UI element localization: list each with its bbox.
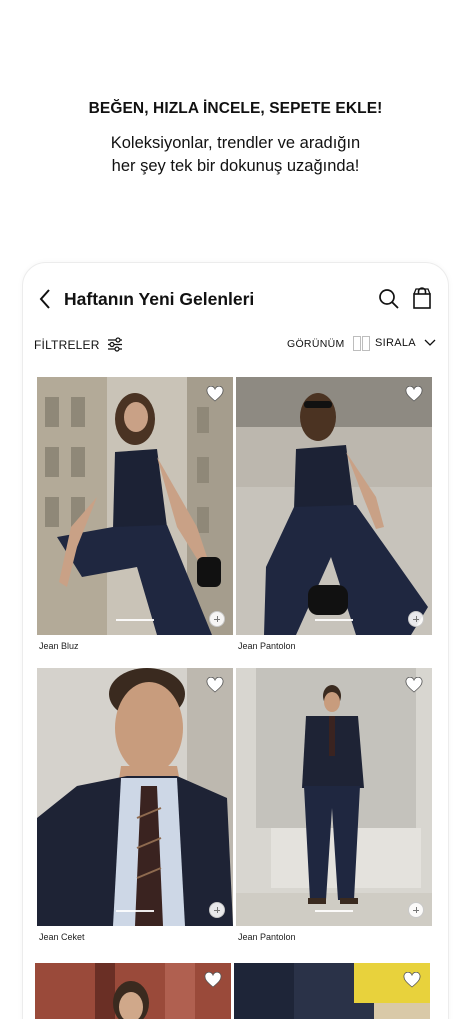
product-card[interactable]: Jean Pantolon (236, 668, 432, 958)
toolbar: FİLTRELER GÖRÜNÜM SIRALA (23, 335, 448, 355)
add-to-cart-icon[interactable] (408, 902, 424, 918)
heart-icon[interactable] (403, 972, 421, 988)
add-to-cart-icon[interactable] (408, 611, 424, 627)
product-name[interactable]: Jean Ceket (39, 932, 85, 942)
product-image[interactable] (35, 963, 231, 1019)
product-name[interactable]: Jean Pantolon (238, 932, 296, 942)
promo-line-1: Koleksiyonlar, trendler ve aradığın (110, 134, 361, 152)
sliders-icon (107, 337, 122, 352)
product-card[interactable]: Jean Pantolon (236, 377, 432, 667)
add-to-cart-icon[interactable] (209, 611, 225, 627)
product-image[interactable] (236, 377, 432, 635)
add-to-cart-icon[interactable] (209, 902, 225, 918)
filters-label: FİLTRELER (34, 337, 100, 352)
sort-button[interactable]: SIRALA (375, 337, 436, 349)
view-toggle[interactable]: GÖRÜNÜM (287, 336, 370, 351)
filters-button[interactable]: FİLTRELER (34, 337, 123, 352)
heart-icon[interactable] (204, 972, 222, 988)
product-name[interactable]: Jean Bluz (39, 641, 79, 651)
shopping-bag-icon[interactable] (412, 286, 432, 310)
heart-icon[interactable] (206, 386, 224, 402)
search-icon[interactable] (378, 288, 400, 310)
chevron-left-icon[interactable] (37, 287, 55, 311)
product-image[interactable] (234, 963, 430, 1019)
image-carousel-indicator (116, 619, 154, 621)
grid-view-icon (352, 336, 370, 351)
product-card[interactable] (35, 963, 231, 1019)
product-name[interactable]: Jean Pantolon (238, 641, 296, 651)
view-label: GÖRÜNÜM (287, 337, 345, 350)
product-card[interactable]: Jean Ceket (37, 668, 233, 958)
heart-icon[interactable] (405, 677, 423, 693)
product-card[interactable]: Jean Bluz (37, 377, 233, 667)
product-image[interactable] (236, 668, 432, 926)
promo-line-2: her şey tek bir dokunuş uzağında! (111, 157, 360, 175)
app-screen: Haftanın Yeni Gelenleri FİLTRELER GÖRÜNÜ… (22, 262, 449, 1019)
sort-label: SIRALA (375, 337, 416, 349)
image-carousel-indicator (315, 910, 353, 912)
heart-icon[interactable] (206, 677, 224, 693)
image-carousel-indicator (116, 910, 154, 912)
promo-banner: BEĞEN, HIZLA İNCELE, SEPETE EKLE! Koleks… (0, 100, 471, 178)
header: Haftanın Yeni Gelenleri (23, 281, 448, 317)
page-title: Haftanın Yeni Gelenleri (64, 289, 255, 309)
product-image[interactable] (37, 377, 233, 635)
promo-title: BEĞEN, HIZLA İNCELE, SEPETE EKLE! (88, 100, 383, 117)
chevron-down-icon (424, 339, 436, 346)
heart-icon[interactable] (405, 386, 423, 402)
product-image[interactable] (37, 668, 233, 926)
image-carousel-indicator (315, 619, 353, 621)
promo-subtitle: Koleksiyonlar, trendler ve aradığın her … (0, 132, 471, 178)
product-card[interactable] (234, 963, 430, 1019)
